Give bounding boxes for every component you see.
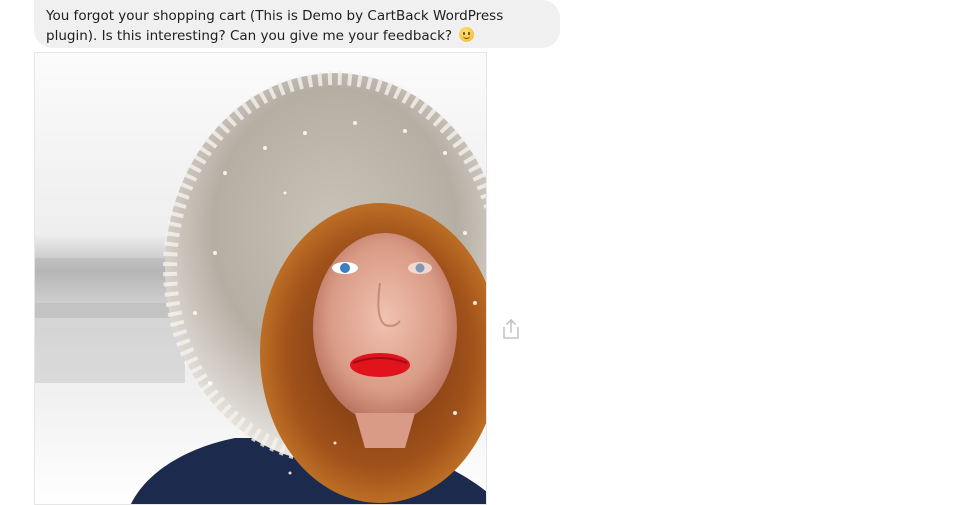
smiling-face-icon <box>459 27 475 42</box>
message-thread: You forgot your shopping cart (This is D… <box>0 0 957 505</box>
portrait-photo <box>35 53 486 504</box>
share-button[interactable] <box>500 317 522 341</box>
message-bubble[interactable]: You forgot your shopping cart (This is D… <box>34 0 560 48</box>
message-text: You forgot your shopping cart (This is D… <box>46 8 504 44</box>
image-attachment[interactable] <box>34 52 487 505</box>
share-icon <box>503 319 519 339</box>
